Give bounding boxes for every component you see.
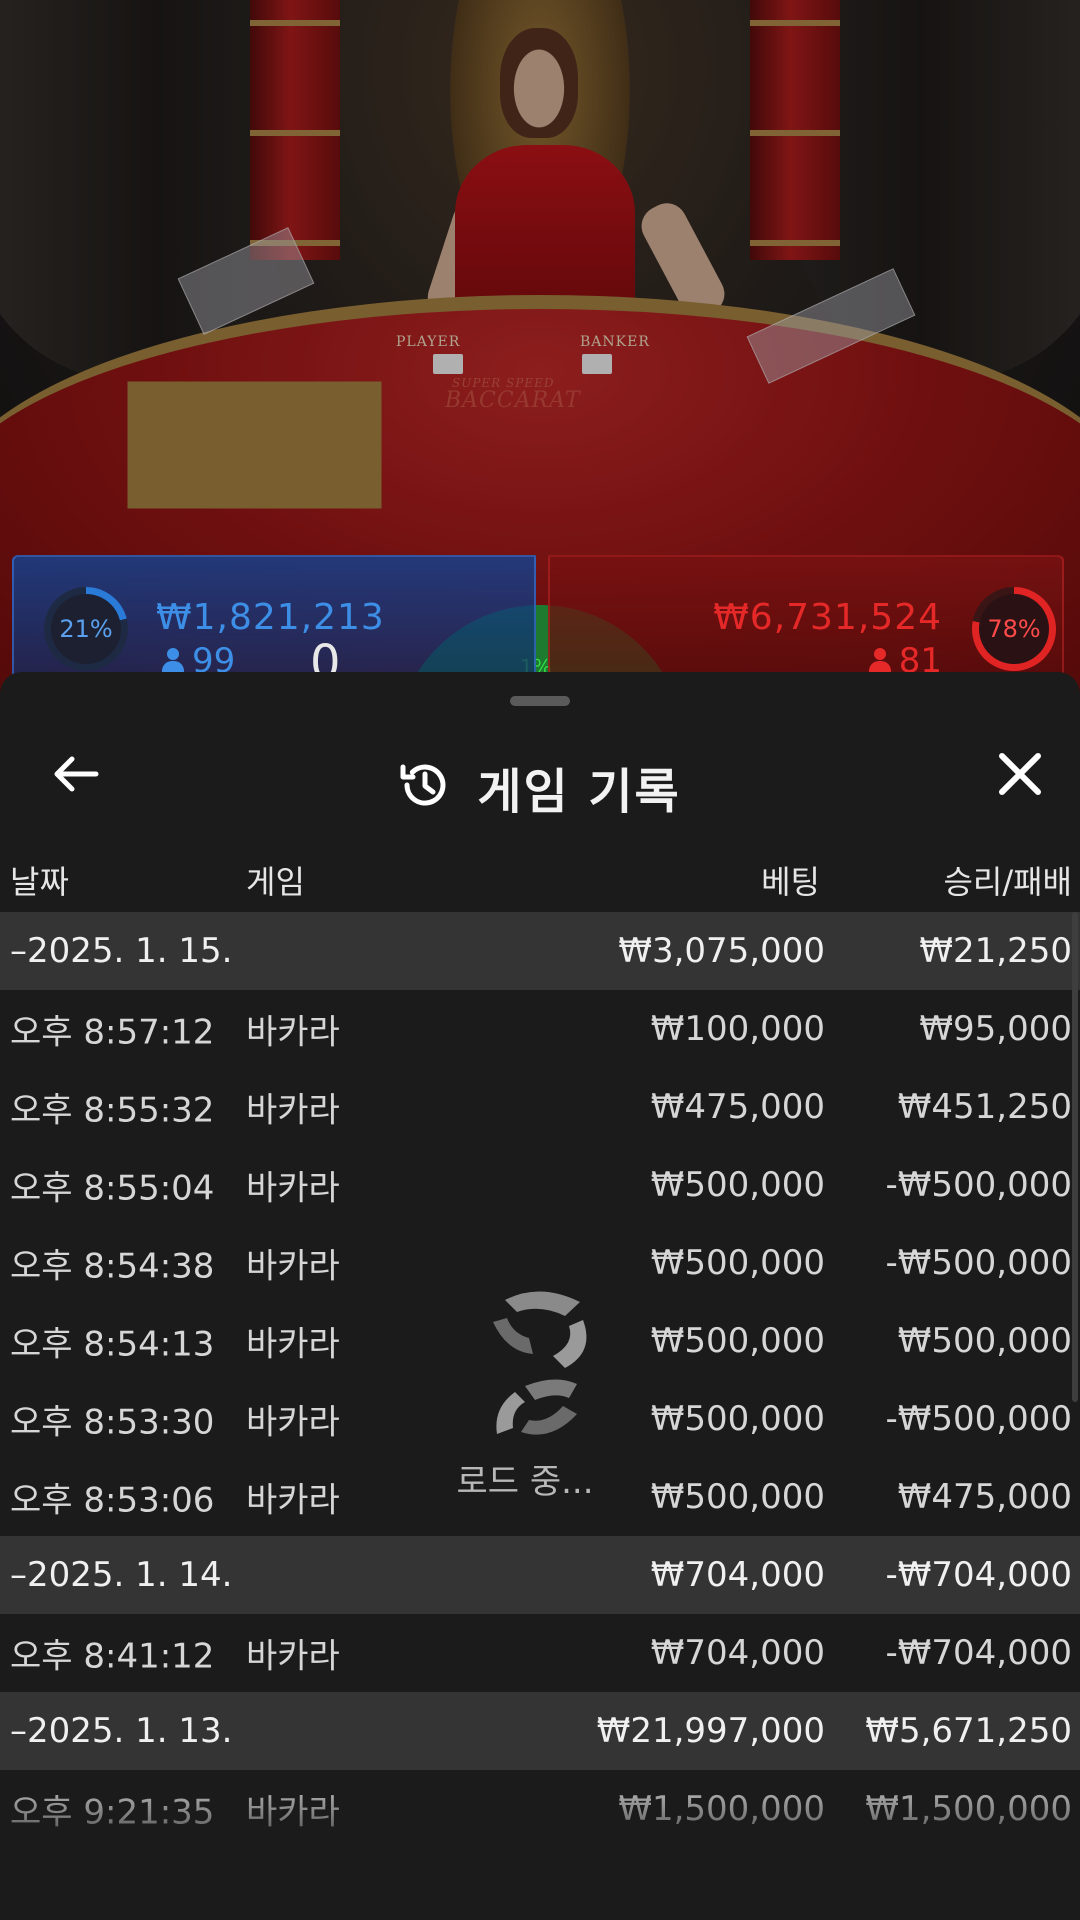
group-bet-total: ₩704,000	[650, 1555, 825, 1595]
row-game: 바카라	[246, 1324, 340, 1365]
column-date: 날짜	[10, 863, 69, 901]
row-bet: ₩704,000	[650, 1633, 825, 1673]
group-date: –2025. 1. 14.	[10, 1555, 233, 1595]
row-win-loss: -₩500,000	[885, 1165, 1073, 1205]
row-game: 바카라	[246, 1636, 340, 1677]
row-bet: ₩475,000	[650, 1087, 825, 1127]
sheet-header: 게임 기록	[0, 712, 1080, 832]
player-bet-amount: ₩1,821,213	[156, 597, 385, 638]
row-time: 오후 8:55:04	[10, 1168, 215, 1209]
row-win-loss: ₩95,000	[919, 1009, 1072, 1049]
history-row[interactable]: 오후 8:54:38 바카라 ₩500,000 -₩500,000	[0, 1224, 1080, 1302]
group-win-loss-total: ₩5,671,250	[865, 1711, 1072, 1751]
game-history-sheet: 게임 기록 날짜 게임 베팅 승리/패배 –2025. 1. 15. ₩3,075…	[0, 672, 1080, 1920]
row-bet: ₩500,000	[650, 1243, 825, 1283]
history-row[interactable]: 오후 8:41:12 바카라 ₩704,000 -₩704,000	[0, 1614, 1080, 1692]
group-date: –2025. 1. 13.	[10, 1711, 233, 1751]
row-game: 바카라	[246, 1402, 340, 1443]
row-time: 오후 8:53:30	[10, 1402, 215, 1443]
row-win-loss: ₩451,250	[897, 1087, 1072, 1127]
history-row[interactable]: 오후 8:55:32 바카라 ₩475,000 ₩451,250	[0, 1068, 1080, 1146]
banker-bet-amount: ₩6,731,524	[713, 597, 942, 638]
person-icon	[868, 648, 891, 674]
scrollbar[interactable]	[1072, 912, 1078, 1402]
history-row[interactable]: 오후 8:57:12 바카라 ₩100,000 ₩95,000	[0, 990, 1080, 1068]
history-row[interactable]: 오후 8:55:04 바카라 ₩500,000 -₩500,000	[0, 1146, 1080, 1224]
row-game: 바카라	[246, 1168, 340, 1209]
group-date: –2025. 1. 15.	[10, 931, 233, 971]
row-bet: ₩500,000	[650, 1321, 825, 1361]
date-group-row[interactable]: –2025. 1. 13. ₩21,997,000 ₩5,671,250	[0, 1692, 1080, 1770]
history-row[interactable]: 오후 8:54:13 바카라 ₩500,000 ₩500,000	[0, 1302, 1080, 1380]
history-list[interactable]: –2025. 1. 15. ₩3,075,000 ₩21,250 오후 8:57:12…	[0, 912, 1080, 1848]
close-button[interactable]	[984, 740, 1056, 812]
player-percent: 21%	[59, 615, 113, 643]
row-win-loss: -₩704,000	[885, 1633, 1073, 1673]
history-row[interactable]: 오후 8:53:30 바카라 ₩500,000 -₩500,000	[0, 1380, 1080, 1458]
bottom-fade	[0, 1770, 1080, 1920]
row-bet: ₩500,000	[650, 1477, 825, 1517]
column-bet: 베팅	[761, 863, 820, 901]
date-group-row[interactable]: –2025. 1. 14. ₩704,000 -₩704,000	[0, 1536, 1080, 1614]
banker-percent: 78%	[987, 615, 1041, 643]
row-time: 오후 8:57:12	[10, 1012, 215, 1053]
row-win-loss: ₩500,000	[897, 1321, 1072, 1361]
row-win-loss: ₩475,000	[897, 1477, 1072, 1517]
row-win-loss: -₩500,000	[885, 1243, 1073, 1283]
date-group-row[interactable]: –2025. 1. 15. ₩3,075,000 ₩21,250	[0, 912, 1080, 990]
close-icon	[998, 752, 1042, 800]
page-title: 게임 기록	[477, 764, 681, 820]
row-bet: ₩500,000	[650, 1165, 825, 1205]
group-win-loss-total: -₩704,000	[885, 1555, 1073, 1595]
column-headers: 날짜 게임 베팅 승리/패배	[0, 847, 1080, 907]
row-bet: ₩100,000	[650, 1009, 825, 1049]
drag-handle[interactable]	[510, 696, 570, 706]
person-icon	[162, 648, 184, 674]
row-time: 오후 8:53:06	[10, 1480, 215, 1521]
group-win-loss-total: ₩21,250	[919, 931, 1072, 971]
row-game: 바카라	[246, 1090, 340, 1131]
history-icon	[399, 759, 451, 815]
row-bet: ₩500,000	[650, 1399, 825, 1439]
banker-percent-ring: 78%	[972, 587, 1056, 671]
row-time: 오후 8:54:13	[10, 1324, 215, 1365]
column-win-loss: 승리/패배	[943, 863, 1072, 901]
column-game: 게임	[246, 863, 305, 901]
live-video-feed: PLAYER BANKER SUPER SPEED BACCARAT 1% 21…	[0, 0, 1080, 700]
row-game: 바카라	[246, 1012, 340, 1053]
history-row[interactable]: 오후 8:53:06 바카라 ₩500,000 ₩475,000	[0, 1458, 1080, 1536]
row-time: 오후 8:55:32	[10, 1090, 215, 1131]
row-win-loss: -₩500,000	[885, 1399, 1073, 1439]
row-game: 바카라	[246, 1246, 340, 1287]
row-time: 오후 8:54:38	[10, 1246, 215, 1287]
row-game: 바카라	[246, 1480, 340, 1521]
title-group: 게임 기록	[0, 752, 1080, 822]
player-percent-ring: 21%	[44, 587, 128, 671]
group-bet-total: ₩21,997,000	[596, 1711, 825, 1751]
group-bet-total: ₩3,075,000	[618, 931, 825, 971]
row-time: 오후 8:41:12	[10, 1636, 215, 1677]
